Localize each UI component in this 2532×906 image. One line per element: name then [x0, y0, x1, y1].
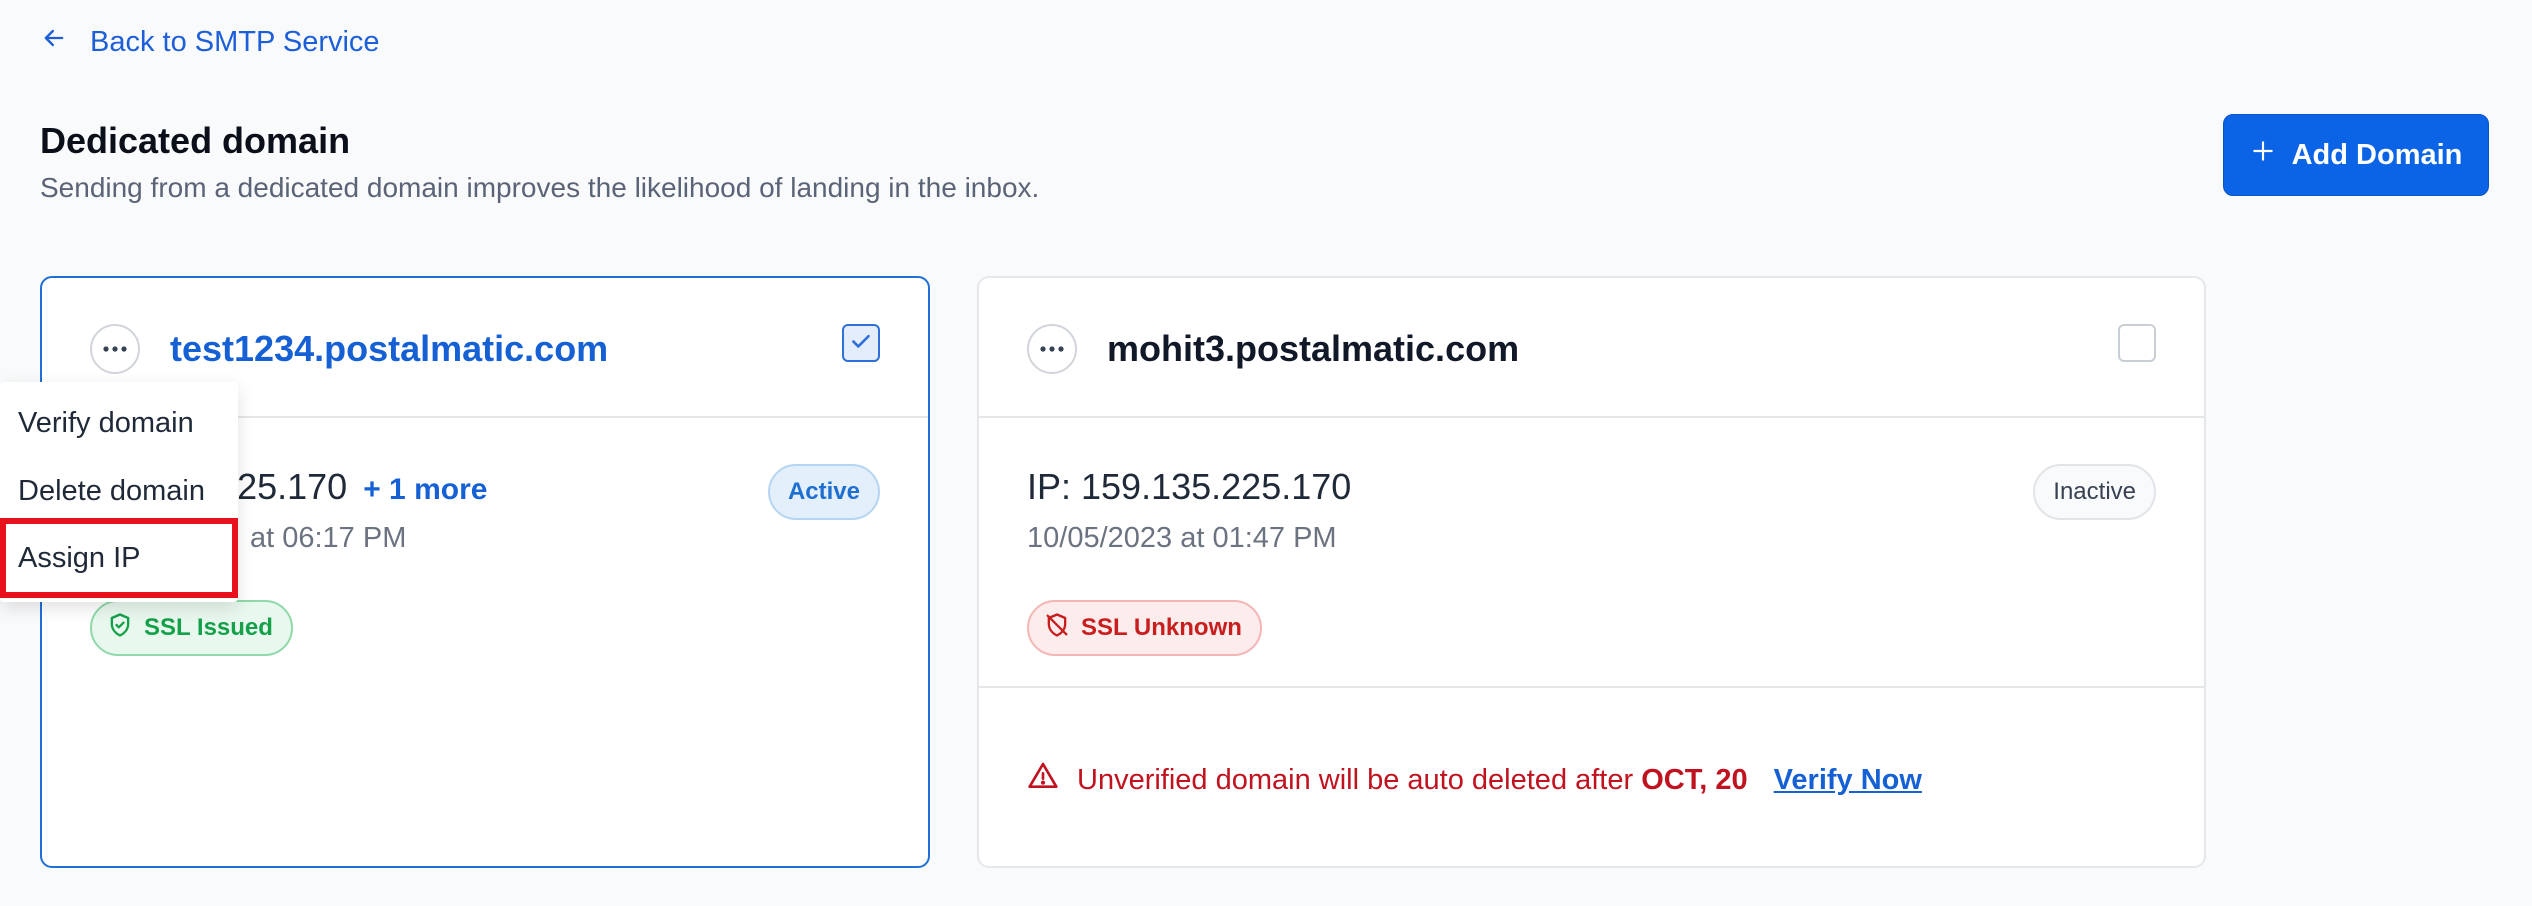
status-badge: Active [767, 464, 880, 520]
ip-address: IP: 159.135.225.170 [1027, 466, 1352, 507]
more-horizontal-icon [102, 340, 128, 358]
back-to-smtp-link[interactable]: Back to SMTP Service [40, 24, 380, 60]
more-horizontal-icon [1039, 340, 1065, 358]
created-date: 10/05/2023 at 01:47 PM [1027, 522, 1337, 554]
domain-context-menu: Verify domain Delete domain Assign IP [0, 382, 238, 602]
ssl-badge: SSL Unknown [1027, 600, 1262, 656]
page-subtitle: Sending from a dedicated domain improves… [40, 172, 1040, 203]
card-menu-button[interactable] [1027, 324, 1077, 374]
warning-date: OCT, 20 [1641, 763, 1748, 796]
status-badge: Inactive [2033, 464, 2156, 520]
ssl-label: SSL Unknown [1081, 614, 1242, 641]
deletion-warning: Unverified domain will be auto deleted a… [1027, 760, 1922, 800]
add-domain-button[interactable]: Add Domain [2223, 114, 2489, 196]
plus-icon [2250, 138, 2276, 172]
ssl-badge: SSL Issued [90, 600, 293, 656]
more-ips-link[interactable]: + 1 more [363, 473, 487, 506]
created-date: at 06:17 PM [250, 522, 407, 554]
menu-item-assign-ip[interactable]: Assign IP [0, 518, 238, 598]
page-title: Dedicated domain [40, 120, 351, 161]
check-icon [848, 328, 874, 359]
menu-item-delete-domain[interactable]: Delete domain [0, 458, 238, 524]
warning-message: Unverified domain will be auto deleted a… [1077, 763, 1634, 796]
arrow-left-icon [40, 24, 68, 60]
domain-name[interactable]: test1234.postalmatic.com [170, 328, 608, 370]
domain-name[interactable]: mohit3.postalmatic.com [1107, 328, 1519, 370]
warning-triangle-icon [1027, 760, 1059, 800]
card-body: IP: 159.135.225.170 10/05/2023 at 01:47 … [979, 418, 2204, 686]
domain-card-mohit3[interactable]: mohit3.postalmatic.com IP: 159.135.225.1… [977, 276, 2206, 868]
card-menu-button[interactable] [90, 324, 140, 374]
domain-select-checkbox[interactable] [842, 324, 880, 362]
shield-check-icon [106, 611, 134, 646]
ssl-label: SSL Issued [144, 614, 273, 641]
menu-item-verify-domain[interactable]: Verify domain [0, 390, 238, 456]
card-footer: Unverified domain will be auto deleted a… [979, 686, 2204, 866]
warning-text: Unverified domain will be auto deleted a… [1077, 764, 1922, 797]
verify-now-link[interactable]: Verify Now [1774, 764, 1922, 796]
back-link-label: Back to SMTP Service [90, 25, 380, 58]
add-domain-label: Add Domain [2291, 138, 2463, 171]
card-header: mohit3.postalmatic.com [979, 278, 2204, 418]
domain-select-checkbox[interactable] [2118, 324, 2156, 362]
shield-off-icon [1043, 611, 1071, 646]
